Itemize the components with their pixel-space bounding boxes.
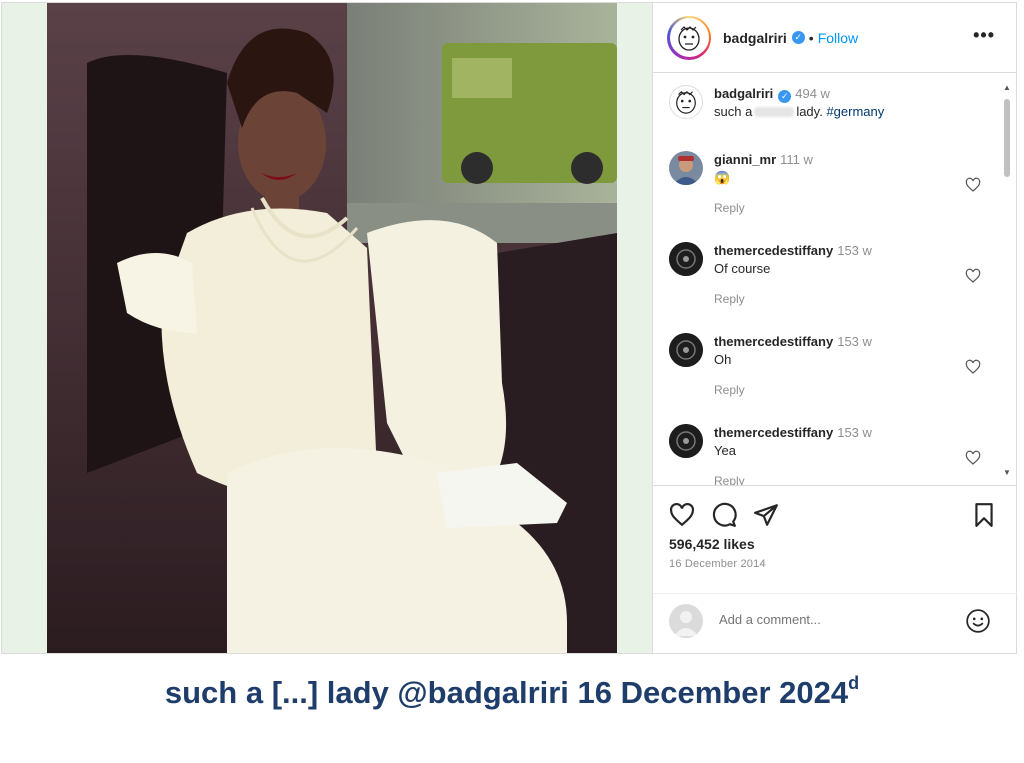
- heart-icon[interactable]: [965, 268, 981, 284]
- scroll-down-arrow-icon[interactable]: ▼: [1002, 468, 1012, 478]
- hashtag-link[interactable]: #germany: [826, 104, 884, 119]
- comment-username[interactable]: themercedestiffany: [714, 425, 833, 440]
- sketch-face-icon: [676, 90, 696, 114]
- scroll-thumb[interactable]: [1004, 99, 1010, 177]
- comment-username[interactable]: themercedestiffany: [714, 243, 833, 258]
- follow-button[interactable]: Follow: [818, 30, 858, 46]
- comment-username[interactable]: gianni_mr: [714, 152, 776, 167]
- sketch-face-icon: [678, 25, 700, 51]
- comment-time: 153 w: [837, 334, 872, 349]
- comment-text: such a lady. #germany: [714, 103, 974, 121]
- comment-username[interactable]: badgalriri: [714, 86, 773, 101]
- heart-icon[interactable]: [965, 177, 981, 193]
- comment-avatar[interactable]: [669, 85, 703, 119]
- default-avatar-icon: [674, 611, 698, 636]
- post-side-panel: badgalriri ✓ • Follow ••• badgalriri ✓ 4…: [652, 3, 1017, 653]
- post-header: badgalriri ✓ • Follow •••: [653, 3, 1017, 73]
- reply-button[interactable]: Reply: [714, 199, 974, 217]
- comment-text: Of course: [714, 261, 771, 276]
- verified-badge-icon: ✓: [791, 31, 805, 44]
- caption-text-before: such a: [714, 104, 753, 119]
- reply-button[interactable]: Reply: [714, 381, 974, 399]
- comment-text: Yea: [714, 443, 736, 458]
- comments-scrollbar[interactable]: ▲ ▼: [1002, 83, 1012, 478]
- comment-avatar[interactable]: [669, 151, 703, 185]
- comments-list[interactable]: badgalriri ✓494 w such a lady. #germany: [653, 73, 1017, 485]
- slide-caption: such a [...] lady @badgalriri 16 Decembe…: [0, 673, 1024, 711]
- profile-photo-icon: [673, 156, 699, 185]
- caption-text: such a [...] lady @badgalriri 16 Decembe…: [164, 675, 849, 710]
- current-user-avatar: [669, 604, 703, 638]
- comment-body: badgalriri ✓ 494 w such a lady. #germany: [714, 85, 974, 121]
- heart-icon[interactable]: [965, 450, 981, 466]
- header-username[interactable]: badgalriri: [723, 30, 787, 46]
- reply-button[interactable]: Reply: [714, 290, 974, 308]
- post-date: 16 December 2014: [669, 558, 766, 570]
- add-comment-input[interactable]: [719, 612, 949, 627]
- reply-button[interactable]: Reply: [714, 472, 974, 485]
- profile-avatar[interactable]: [669, 18, 709, 57]
- verified-badge-icon: ✓: [778, 90, 792, 103]
- comment-avatar[interactable]: [669, 242, 703, 276]
- post-photo[interactable]: [47, 3, 617, 653]
- comment-time: 153 w: [837, 243, 872, 258]
- comment-username[interactable]: themercedestiffany: [714, 334, 833, 349]
- heart-icon[interactable]: [669, 502, 695, 528]
- comment-time: 494 w: [795, 86, 830, 101]
- story-ring[interactable]: [667, 15, 711, 60]
- comment-body: themercedestiffany 153 w Oh Reply: [714, 333, 974, 399]
- more-options-icon[interactable]: •••: [973, 25, 995, 46]
- like-count[interactable]: 596,452 likes: [669, 536, 755, 552]
- profile-photo-icon: [669, 424, 703, 458]
- profile-photo-icon: [669, 242, 703, 276]
- comment-avatar[interactable]: [669, 333, 703, 367]
- comment-composer: [653, 593, 1017, 653]
- comment-time: 153 w: [837, 425, 872, 440]
- bookmark-icon[interactable]: [971, 502, 997, 528]
- send-icon[interactable]: [753, 502, 779, 528]
- scroll-up-arrow-icon[interactable]: ▲: [1002, 83, 1012, 93]
- post-photo-area: [2, 3, 652, 653]
- emoji-icon[interactable]: [965, 608, 991, 634]
- comment-body: gianni_mr 111 w 😱 Reply: [714, 151, 974, 217]
- comment-icon[interactable]: [711, 502, 737, 528]
- comment-body: themercedestiffany 153 w Of course Reply: [714, 242, 974, 308]
- redacted-word: [754, 107, 795, 117]
- caption-text-after: lady.: [796, 104, 823, 119]
- instagram-post-window: badgalriri ✓ • Follow ••• badgalriri ✓ 4…: [1, 2, 1017, 654]
- heart-icon[interactable]: [965, 359, 981, 375]
- comment-body: themercedestiffany 153 w Yea Reply: [714, 424, 974, 485]
- profile-photo-icon: [669, 333, 703, 367]
- comment-text: 😱: [714, 170, 731, 185]
- caption-footnote-marker: d: [848, 673, 860, 693]
- comment-avatar[interactable]: [669, 424, 703, 458]
- comment-time: 111 w: [780, 152, 813, 167]
- comment-text: Oh: [714, 352, 732, 367]
- post-actions: 596,452 likes 16 December 2014: [653, 485, 1017, 585]
- header-separator: •: [808, 29, 814, 46]
